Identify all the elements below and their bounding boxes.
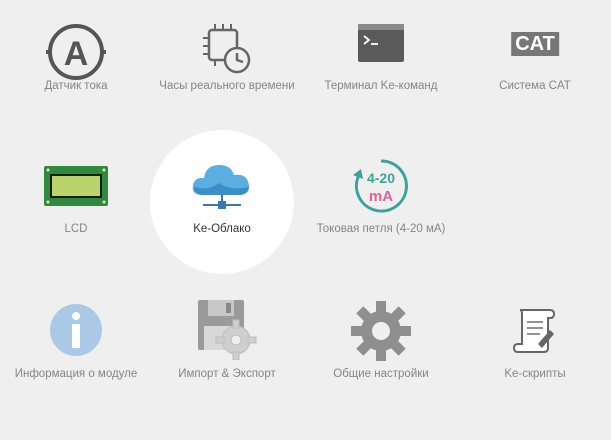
tile-label: LCD (64, 223, 88, 235)
floppy-gear-icon (198, 300, 257, 360)
scroll-icon (512, 309, 556, 353)
tile-import-export[interactable]: Импорт & Экспорт (151, 300, 303, 440)
cat-icon: CAT (511, 32, 559, 56)
chip-clock-icon (203, 24, 251, 74)
tile-current-sensor[interactable]: A Датчик тока (0, 10, 152, 150)
tile-rtc[interactable]: Часы реального времени (151, 10, 303, 150)
tile-label: Токовая петля (4-20 мА) (316, 223, 446, 235)
tile-module-info[interactable]: Информация о модуле (0, 300, 152, 440)
tile-label: Общие настройки (333, 368, 429, 380)
gear-icon (351, 301, 411, 361)
cloud-icon (192, 165, 250, 209)
tile-label: Ke-Облако (193, 223, 251, 235)
tile-label: Ke-скрипты (504, 368, 566, 380)
tile-label: Датчик тока (44, 80, 108, 92)
tile-label: Терминал Ke-команд (324, 80, 438, 92)
current-loop-icon: 4-20 mA (353, 159, 408, 213)
tile-general-settings[interactable]: Общие настройки (305, 300, 457, 440)
tile-terminal[interactable]: Терминал Ke-команд (305, 10, 457, 150)
tile-cat[interactable]: CAT Система CAT (459, 10, 611, 150)
tile-label: Часы реального времени (159, 80, 295, 92)
loop-icon-unit: mA (369, 188, 393, 205)
ammeter-letter: A (64, 35, 89, 73)
lcd-icon (44, 166, 108, 206)
tile-label: Импорт & Экспорт (178, 368, 276, 380)
info-icon (50, 304, 102, 356)
tile-current-loop[interactable]: 4-20 mA Токовая петля (4-20 мА) (305, 155, 457, 295)
tile-label: Система CAT (499, 80, 571, 92)
terminal-icon (358, 24, 404, 62)
tile-ke-scripts[interactable]: Ke-скрипты (459, 300, 611, 440)
ammeter-icon: A (46, 24, 106, 80)
loop-icon-range: 4-20 (367, 170, 395, 186)
tile-lcd[interactable]: LCD (0, 155, 152, 295)
tile-label: Информация о модуле (14, 368, 138, 380)
tile-cloud[interactable]: Ke-Облако (146, 155, 298, 295)
